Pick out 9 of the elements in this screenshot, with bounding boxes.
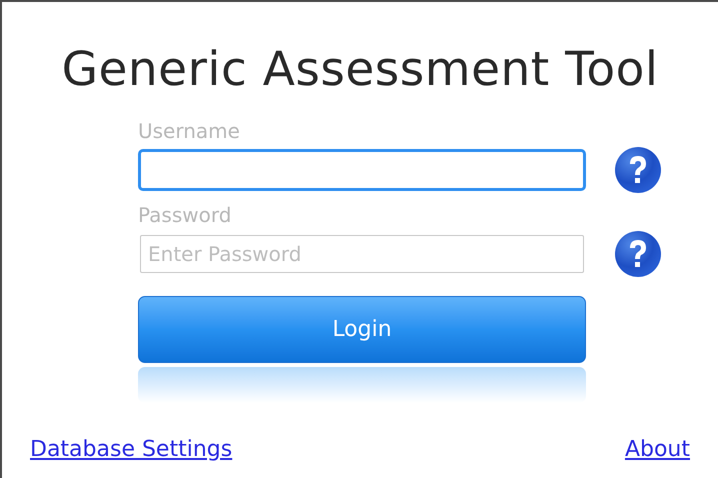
app-title: Generic Assessment Tool (62, 41, 658, 99)
help-icon[interactable] (614, 146, 662, 194)
help-icon[interactable] (614, 230, 662, 278)
field-label: Password (138, 202, 232, 228)
password-field[interactable]: Enter Password (140, 235, 584, 273)
about-link[interactable]: About (624, 433, 690, 466)
field-label: Username (138, 118, 241, 144)
database-settings-link[interactable]: Database Settings (30, 433, 232, 466)
username-field[interactable] (138, 149, 586, 191)
